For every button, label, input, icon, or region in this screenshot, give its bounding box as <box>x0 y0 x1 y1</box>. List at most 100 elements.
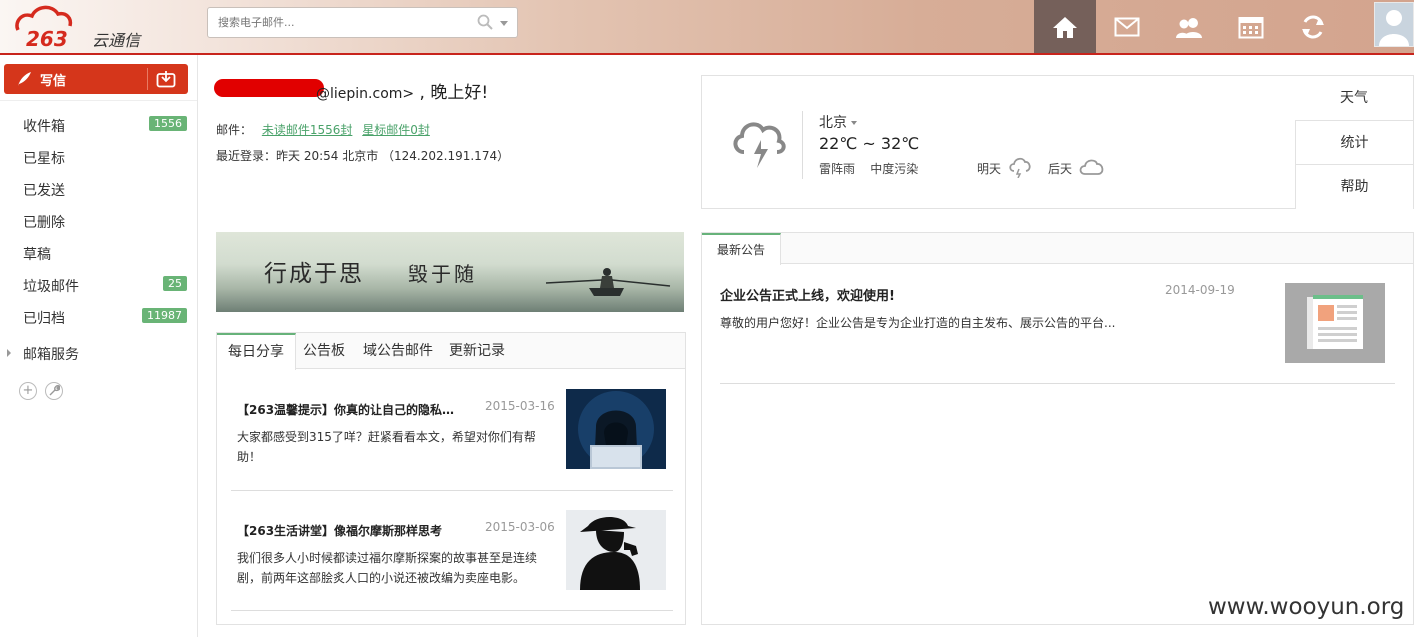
redacted-username <box>214 79 324 97</box>
compose-label: 写信 <box>40 74 67 89</box>
folder-label: 已星标 <box>23 151 65 167</box>
folder-label: 垃圾邮件 <box>23 279 79 295</box>
sidebar-item-archived[interactable]: 已归档 11987 <box>0 301 197 333</box>
search-input[interactable] <box>208 8 458 37</box>
folder-label: 草稿 <box>23 247 51 263</box>
cloud-icon <box>1079 158 1105 180</box>
divider <box>802 111 803 179</box>
settings-wrench-icon[interactable] <box>45 382 63 400</box>
sidebar-item-inbox[interactable]: 收件箱 1556 <box>0 109 197 141</box>
divider <box>0 100 197 101</box>
divider <box>231 610 673 611</box>
temperature: 22℃ ~ 32℃ <box>819 134 920 153</box>
compose-button[interactable]: 写信 <box>4 64 188 94</box>
contacts-icon <box>1176 17 1202 38</box>
search-icon[interactable] <box>477 14 493 34</box>
avatar[interactable] <box>1374 2 1414 47</box>
article-thumbnail[interactable] <box>566 510 666 590</box>
tab-bulletin[interactable]: 公告板 <box>292 333 356 369</box>
folder-label: 邮箱服务 <box>23 347 79 363</box>
folder-label: 收件箱 <box>23 119 65 135</box>
article-summary: 我们很多人小时候都读过福尔摩斯探案的故事甚至是连续剧，前两年这部脍炙人口的小说还… <box>237 551 538 585</box>
sidebar-item-sent[interactable]: 已发送 <box>0 173 197 205</box>
chevron-down-icon <box>851 121 857 125</box>
announcement-date: 2014-09-19 <box>1165 283 1235 297</box>
sync-icon <box>1302 15 1324 38</box>
tab-bar: 每日分享 公告板 域公告邮件 更新记录 <box>217 333 685 370</box>
article-title[interactable]: 【263温馨提示】你真的让自己的隐私… <box>237 401 467 418</box>
starred-mail-link[interactable]: 星标邮件0封 <box>362 123 430 137</box>
weather-panel: 北京 22℃ ~ 32℃ 雷阵雨 中度污染 明天 后天 天气 统计 帮助 <box>701 75 1414 209</box>
chevron-right-icon[interactable] <box>7 349 11 357</box>
article-summary: 大家都感受到315了咩？赶紧看看本文，希望对你们有帮助！ <box>237 430 536 464</box>
tab-help[interactable]: 帮助 <box>1295 164 1413 209</box>
weather-condition: 雷阵雨 中度污染 <box>819 162 919 176</box>
tab-changelog[interactable]: 更新记录 <box>438 333 516 369</box>
announcement-card: 最新公告 企业公告正式上线，欢迎使用! 2014-09-19 尊敬的用户您好！企… <box>701 232 1414 625</box>
svg-text:云通信: 云通信 <box>92 31 142 48</box>
mail-summary: 邮件： 未读邮件1556封 星标邮件0封 <box>216 121 430 138</box>
sidebar-item-starred[interactable]: 已星标 <box>0 141 197 173</box>
salutation: , 晚上好! <box>414 83 489 103</box>
rowboat-icon <box>545 268 671 296</box>
unread-mail-link[interactable]: 未读邮件1556封 <box>262 123 353 137</box>
tab-daily-share[interactable]: 每日分享 <box>217 333 296 370</box>
tomorrow-label: 明天 <box>977 162 1002 176</box>
chevron-down-icon[interactable] <box>500 21 508 26</box>
nav-contacts[interactable] <box>1158 0 1220 53</box>
sidebar-item-mail-services[interactable]: 邮箱服务 <box>0 337 197 369</box>
tab-domain-notices[interactable]: 域公告邮件 <box>352 333 444 369</box>
banner-text: 行成于思 <box>264 261 364 287</box>
day-after-label: 后天 <box>1048 162 1073 176</box>
sidebar-item-drafts[interactable]: 草稿 <box>0 237 197 269</box>
tab-latest-announcement[interactable]: 最新公告 <box>702 233 782 265</box>
tab-weather[interactable]: 天气 <box>1295 76 1413 121</box>
article-title[interactable]: 【263生活讲堂】像福尔摩斯那样思考 <box>237 522 467 539</box>
announcement-thumbnail[interactable] <box>1285 283 1385 363</box>
tab-bar: 最新公告 <box>702 233 1413 265</box>
logo[interactable]: 263 云通信 <box>12 4 162 51</box>
mail-icon <box>1114 17 1140 36</box>
newspaper-icon <box>1307 295 1363 349</box>
svg-text:263: 263 <box>26 27 68 48</box>
thunderstorm-icon <box>730 114 788 174</box>
unread-badge: 25 <box>163 276 187 291</box>
main-nav <box>1034 0 1344 53</box>
banner-image[interactable]: 行成于思 毁于随 <box>216 232 684 312</box>
tab-stats[interactable]: 统计 <box>1295 120 1413 165</box>
city-name: 北京 <box>819 115 847 131</box>
divider <box>720 383 1395 384</box>
last-login: 最近登录：昨天 20:54 北京市 （124.202.191.174） <box>216 149 510 163</box>
unread-badge: 11987 <box>142 308 187 323</box>
nav-sync[interactable] <box>1282 0 1344 53</box>
sidebar-item-spam[interactable]: 垃圾邮件 25 <box>0 269 197 301</box>
announcement-summary: 尊敬的用户您好！企业公告是专为企业打造的自主发布、展示公告的平台... <box>720 316 1116 330</box>
sidebar: 写信 收件箱 1556 已星标 已发送 已删除 草稿 垃圾邮件 25 已归档 1… <box>0 55 198 637</box>
weather-tabs: 天气 统计 帮助 <box>1295 76 1413 209</box>
announcement-title[interactable]: 企业公告正式上线，欢迎使用! <box>720 285 895 304</box>
nav-calendar[interactable] <box>1220 0 1282 53</box>
nav-mail[interactable] <box>1096 0 1158 53</box>
receive-mail-icon[interactable] <box>156 70 176 92</box>
add-folder-icon[interactable]: + <box>19 382 37 400</box>
folder-label: 已发送 <box>23 183 65 199</box>
daily-share-card: 每日分享 公告板 域公告邮件 更新记录 【263温馨提示】你真的让自己的隐私… … <box>216 332 686 625</box>
list-item[interactable]: 【263温馨提示】你真的让自己的隐私… 2015-03-16 大家都感受到315… <box>237 389 673 509</box>
home-icon <box>1053 16 1077 38</box>
banner-text: 毁于随 <box>408 262 477 286</box>
mail-label: 邮件： <box>216 123 253 137</box>
folder-label: 已归档 <box>23 311 65 327</box>
unread-badge: 1556 <box>149 116 187 131</box>
greeting: @liepin.com> , 晚上好! <box>316 78 488 103</box>
divider <box>231 490 673 491</box>
watermark: www.wooyun.org <box>1208 594 1405 620</box>
article-thumbnail[interactable] <box>566 389 666 469</box>
list-item[interactable]: 【263生活讲堂】像福尔摩斯那样思考 2015-03-06 我们很多人小时候都读… <box>237 510 673 630</box>
article-date: 2015-03-16 <box>485 399 555 413</box>
sidebar-item-deleted[interactable]: 已删除 <box>0 205 197 237</box>
top-bar: 263 云通信 <box>0 0 1414 55</box>
search-box[interactable] <box>207 7 518 38</box>
feather-icon <box>16 71 32 91</box>
city-select[interactable]: 北京 <box>819 112 857 132</box>
nav-home[interactable] <box>1034 0 1096 53</box>
